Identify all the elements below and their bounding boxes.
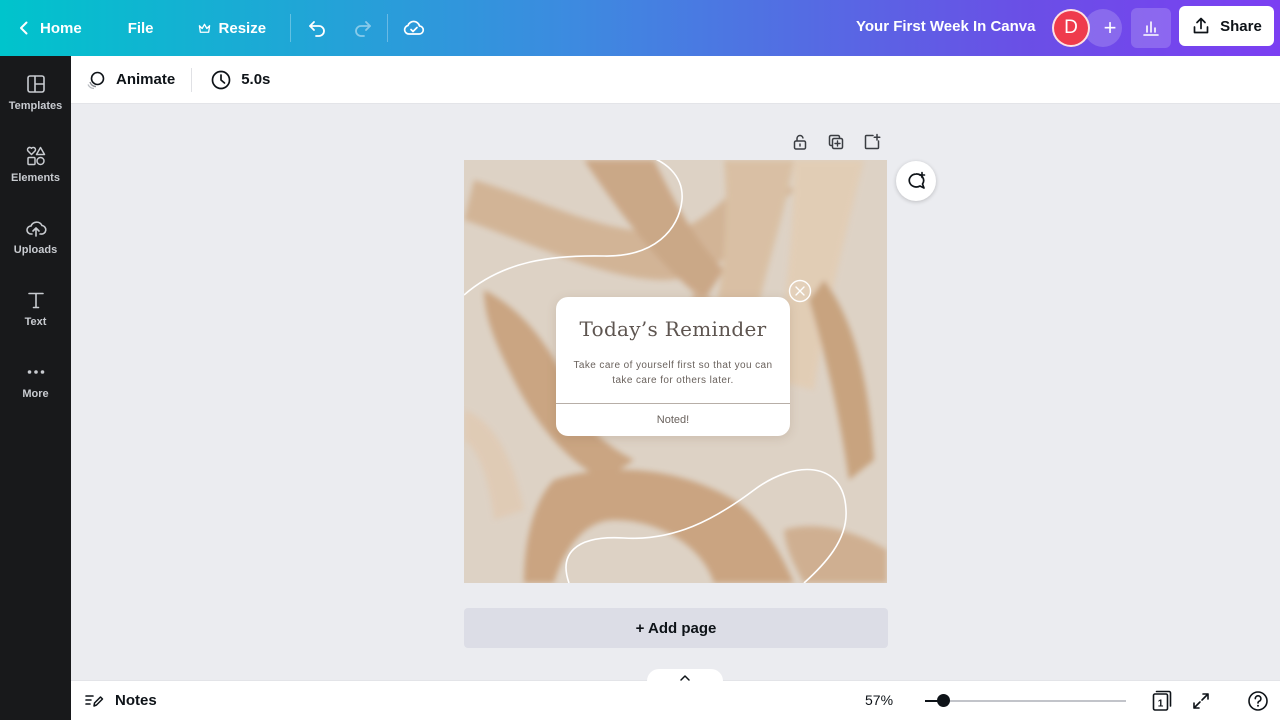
duplicate-page-button[interactable] — [824, 130, 848, 154]
add-page-icon — [864, 133, 881, 150]
bar-chart-icon — [1143, 21, 1159, 36]
document-title[interactable]: Your First Week In Canva — [856, 18, 1036, 35]
animate-button[interactable]: Animate — [73, 62, 187, 98]
undo-icon — [309, 21, 325, 37]
share-upload-icon — [1193, 17, 1209, 34]
home-label: Home — [40, 19, 82, 37]
close-icon — [788, 279, 812, 303]
reminder-action: Noted! — [656, 414, 690, 426]
toolbar-divider — [290, 14, 292, 42]
file-label: File — [127, 19, 154, 37]
reminder-text: Take care of yourself first so that you … — [573, 360, 773, 386]
templates-icon — [26, 74, 45, 93]
sidebar-item-label: Text — [24, 315, 47, 328]
zoom-slider[interactable] — [925, 694, 1126, 707]
elements-icon — [26, 146, 45, 165]
resize-button[interactable]: Resize — [188, 8, 277, 48]
left-sidebar: Templates Elements Uploads Text More — [0, 56, 71, 720]
card-divider — [556, 403, 790, 404]
insights-button[interactable] — [1131, 8, 1171, 48]
page-actions — [788, 130, 884, 154]
more-icon — [27, 369, 44, 374]
redo-icon — [355, 21, 371, 37]
notes-button[interactable]: Notes — [83, 689, 157, 711]
plus-icon: + — [1103, 15, 1117, 40]
duration-label: 5.0s — [241, 71, 271, 88]
reminder-card[interactable]: Today’s Reminder Take care of yourself f… — [556, 297, 790, 436]
chevron-up-icon — [680, 675, 690, 681]
lock-page-button[interactable] — [788, 130, 812, 154]
notes-label: Notes — [115, 691, 157, 709]
reminder-title: Today’s Reminder — [579, 317, 767, 341]
crown-icon — [198, 23, 210, 33]
sidebar-item-label: Uploads — [13, 243, 58, 256]
fullscreen-button[interactable] — [1187, 687, 1215, 715]
duration-button[interactable]: 5.0s — [198, 62, 282, 98]
expand-icon — [1193, 693, 1209, 709]
editor-toolbar: Animate 5.0s — [71, 56, 1280, 104]
add-comment-button[interactable] — [896, 161, 936, 201]
sidebar-item-text[interactable]: Text — [0, 272, 71, 344]
add-page-label: + Add page — [635, 619, 717, 637]
sidebar-item-more[interactable]: More — [0, 344, 71, 416]
undo-button[interactable] — [297, 8, 337, 48]
home-button[interactable]: Home — [6, 8, 92, 48]
design-page[interactable]: Today’s Reminder Take care of yourself f… — [464, 160, 887, 583]
sidebar-item-elements[interactable]: Elements — [0, 128, 71, 200]
file-menu-button[interactable]: File — [118, 8, 164, 48]
show-pages-toggle[interactable] — [647, 669, 723, 687]
clock-icon — [211, 70, 231, 89]
avatar-initial: D — [1064, 17, 1078, 38]
bottom-bar: Notes 57% 1 — [71, 669, 1280, 720]
sidebar-item-label: Templates — [8, 99, 63, 112]
sidebar-item-label: Elements — [11, 171, 60, 184]
resize-label: Resize — [218, 19, 267, 37]
sidebar-item-label: More — [22, 387, 49, 400]
add-page-icon-button[interactable] — [860, 130, 884, 154]
toolbar-divider — [387, 14, 389, 42]
share-label: Share — [1220, 17, 1262, 35]
sidebar-item-templates[interactable]: Templates — [0, 56, 71, 128]
top-bar: Home File Resize Your First Week In Canv… — [0, 0, 1280, 56]
toolbar-divider — [191, 67, 193, 92]
redo-button[interactable] — [343, 8, 383, 48]
cloud-check-icon — [403, 20, 425, 35]
help-icon — [1248, 691, 1268, 711]
zoom-percentage[interactable]: 57% — [865, 692, 893, 708]
notes-icon — [85, 695, 104, 707]
page-count: 1 — [1158, 698, 1164, 709]
save-status-button[interactable] — [394, 8, 434, 48]
animate-label: Animate — [116, 71, 176, 88]
page-grid-button[interactable]: 1 — [1147, 687, 1175, 715]
add-page-button[interactable]: + Add page — [464, 608, 888, 648]
sidebar-item-uploads[interactable]: Uploads — [0, 200, 71, 272]
animate-icon — [87, 71, 105, 89]
pages-icon: 1 — [1152, 690, 1172, 711]
uploads-icon — [25, 220, 47, 237]
duplicate-icon — [828, 134, 844, 150]
lock-icon — [793, 134, 807, 150]
chevron-left-icon — [20, 21, 28, 35]
text-icon — [27, 292, 44, 308]
help-button[interactable] — [1244, 687, 1272, 715]
avatar[interactable]: D — [1052, 9, 1090, 47]
comment-plus-icon — [908, 171, 926, 189]
zoom-slider-thumb[interactable] — [937, 694, 950, 707]
share-button[interactable]: Share — [1179, 6, 1274, 46]
